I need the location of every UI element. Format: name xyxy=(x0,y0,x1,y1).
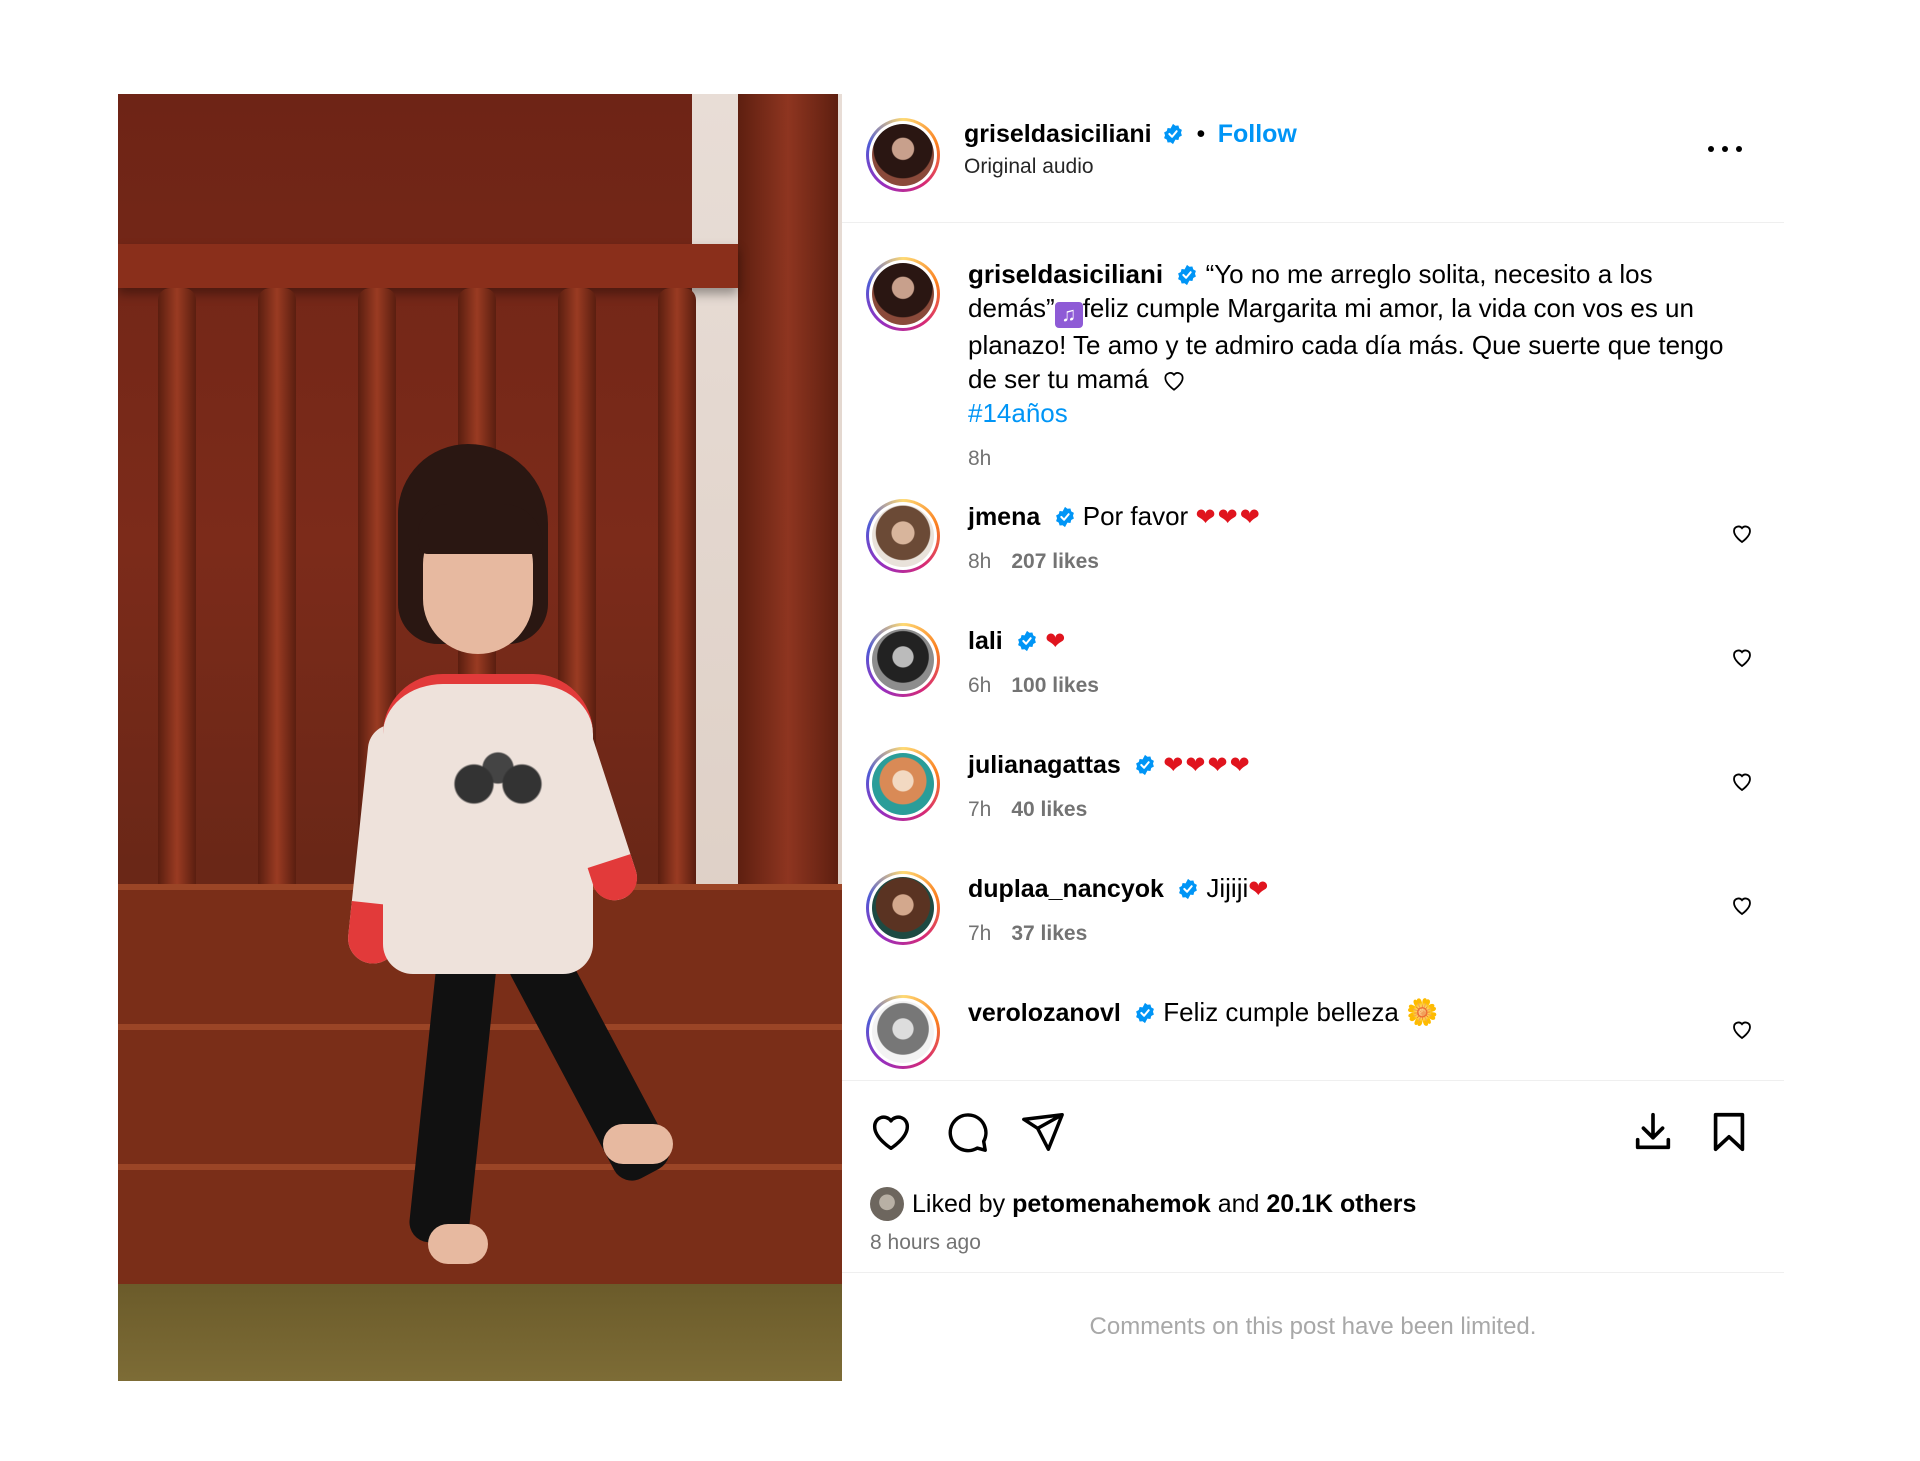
comment-item: lali ❤ 6h 100 likes xyxy=(842,623,1784,747)
commenter-username[interactable]: duplaa_nancyok xyxy=(968,875,1164,903)
comment-time[interactable]: 7h xyxy=(968,922,991,945)
comment-item: jmena Por favor ❤❤❤ 8h 207 likes xyxy=(842,499,1784,623)
comment-heart-emojis: ❤❤❤ xyxy=(1195,504,1262,531)
commenter-avatar[interactable] xyxy=(866,499,940,573)
comment-item: verolozanovl Feliz cumple belleza 🌼 xyxy=(842,995,1784,1079)
post-video[interactable] xyxy=(118,94,842,1381)
comment-like-heart-icon[interactable] xyxy=(1730,1017,1754,1041)
comment-text: Jijiji xyxy=(1206,873,1249,903)
comment-heart-emojis: ❤ xyxy=(1248,876,1271,903)
liked-by-and: and xyxy=(1217,1189,1260,1218)
commenter-username[interactable]: lali xyxy=(968,627,1003,655)
comment-like-heart-icon[interactable] xyxy=(1730,769,1754,793)
comment-heart-emojis: ❤❤❤❤ xyxy=(1163,752,1252,779)
comment-item: julianagattas ❤❤❤❤ 7h 40 likes xyxy=(842,747,1784,871)
caption-hashtag[interactable]: #14años xyxy=(968,396,1738,430)
music-notes-emoji-icon: ♫ xyxy=(1054,302,1083,328)
comments-scroll-area[interactable]: griseldasiciliani “Yo no me arreglo soli… xyxy=(842,223,1784,1079)
liker-avatar[interactable] xyxy=(870,1187,904,1221)
comment-likes[interactable]: 207 likes xyxy=(1011,550,1099,573)
video-carpet xyxy=(118,1284,842,1381)
commenter-avatar[interactable] xyxy=(866,747,940,821)
video-handrail xyxy=(118,244,738,288)
flower-emoji-icon: 🌼 xyxy=(1406,997,1439,1027)
verified-badge-icon xyxy=(1136,754,1154,776)
comment-likes[interactable]: 40 likes xyxy=(1011,798,1087,821)
comment-heart-emojis: ❤ xyxy=(1045,628,1068,655)
follow-button[interactable]: Follow xyxy=(1218,120,1297,148)
comment-like-heart-icon[interactable] xyxy=(1730,521,1754,545)
author-username[interactable]: griseldasiciliani xyxy=(964,120,1152,148)
commenter-username[interactable]: verolozanovl xyxy=(968,999,1121,1027)
verified-badge-icon xyxy=(1164,123,1182,145)
comment-text: Feliz cumple belleza xyxy=(1163,997,1399,1027)
comment-like-heart-icon[interactable] xyxy=(1730,893,1754,917)
verified-badge-icon xyxy=(1179,878,1198,900)
comment-icon[interactable] xyxy=(944,1109,990,1155)
verified-badge-icon xyxy=(1055,506,1074,528)
liker-username[interactable]: petomenahemok xyxy=(1012,1190,1211,1219)
comment-item: duplaa_nancyok Jijiji❤ 7h 37 likes xyxy=(842,871,1784,995)
commenter-avatar[interactable] xyxy=(866,995,940,1069)
video-newel-post xyxy=(738,94,838,914)
liked-by-prefix: Liked by xyxy=(912,1189,1006,1218)
liked-by-summary[interactable]: Liked by petomenahemok and 20.1K others xyxy=(870,1187,1416,1221)
verified-badge-icon xyxy=(1136,1002,1154,1024)
heart-icon[interactable] xyxy=(868,1109,914,1155)
comment-time[interactable]: 8h xyxy=(968,550,991,573)
post-details-panel: griseldasiciliani • Follow Original audi… xyxy=(842,94,1784,1381)
caption-username[interactable]: griseldasiciliani xyxy=(968,259,1163,289)
liked-others-count[interactable]: 20.1K others xyxy=(1266,1190,1416,1219)
share-icon[interactable] xyxy=(1020,1109,1066,1155)
download-icon[interactable] xyxy=(1630,1109,1676,1155)
video-baluster xyxy=(158,288,196,908)
comment-time[interactable]: 6h xyxy=(968,674,991,697)
white-heart-emoji-icon xyxy=(1164,372,1184,391)
video-child-figure xyxy=(345,424,688,1284)
header-separator: • xyxy=(1196,120,1206,148)
commenter-username[interactable]: jmena xyxy=(968,503,1040,531)
comment-like-heart-icon[interactable] xyxy=(1730,645,1754,669)
post-time-ago[interactable]: 8 hours ago xyxy=(870,1231,981,1255)
commenter-avatar[interactable] xyxy=(866,871,940,945)
comment-likes[interactable]: 100 likes xyxy=(1011,674,1099,697)
author-info: griseldasiciliani • Follow Original audi… xyxy=(964,120,1297,179)
more-options-icon[interactable] xyxy=(1708,144,1742,154)
comments-limited-notice: Comments on this post have been limited. xyxy=(842,1272,1784,1381)
post-header: griseldasiciliani • Follow Original audi… xyxy=(842,94,1784,223)
post-caption: griseldasiciliani “Yo no me arreglo soli… xyxy=(968,257,1738,476)
comment-time[interactable]: 7h xyxy=(968,798,991,821)
commenter-avatar[interactable] xyxy=(866,623,940,697)
audio-label[interactable]: Original audio xyxy=(964,155,1297,179)
bookmark-icon[interactable] xyxy=(1706,1109,1752,1155)
video-baluster xyxy=(258,288,296,908)
verified-badge-icon xyxy=(1178,264,1197,286)
caption-author-avatar[interactable] xyxy=(866,257,940,331)
author-avatar[interactable] xyxy=(866,118,940,192)
commenter-username[interactable]: julianagattas xyxy=(968,751,1121,779)
comment-likes[interactable]: 37 likes xyxy=(1011,922,1087,945)
caption-timestamp[interactable]: 8h xyxy=(968,442,1738,476)
comment-text: Por favor xyxy=(1082,501,1189,531)
post-actions-bar: Liked by petomenahemok and 20.1K others … xyxy=(842,1080,1784,1291)
verified-badge-icon xyxy=(1018,630,1036,652)
